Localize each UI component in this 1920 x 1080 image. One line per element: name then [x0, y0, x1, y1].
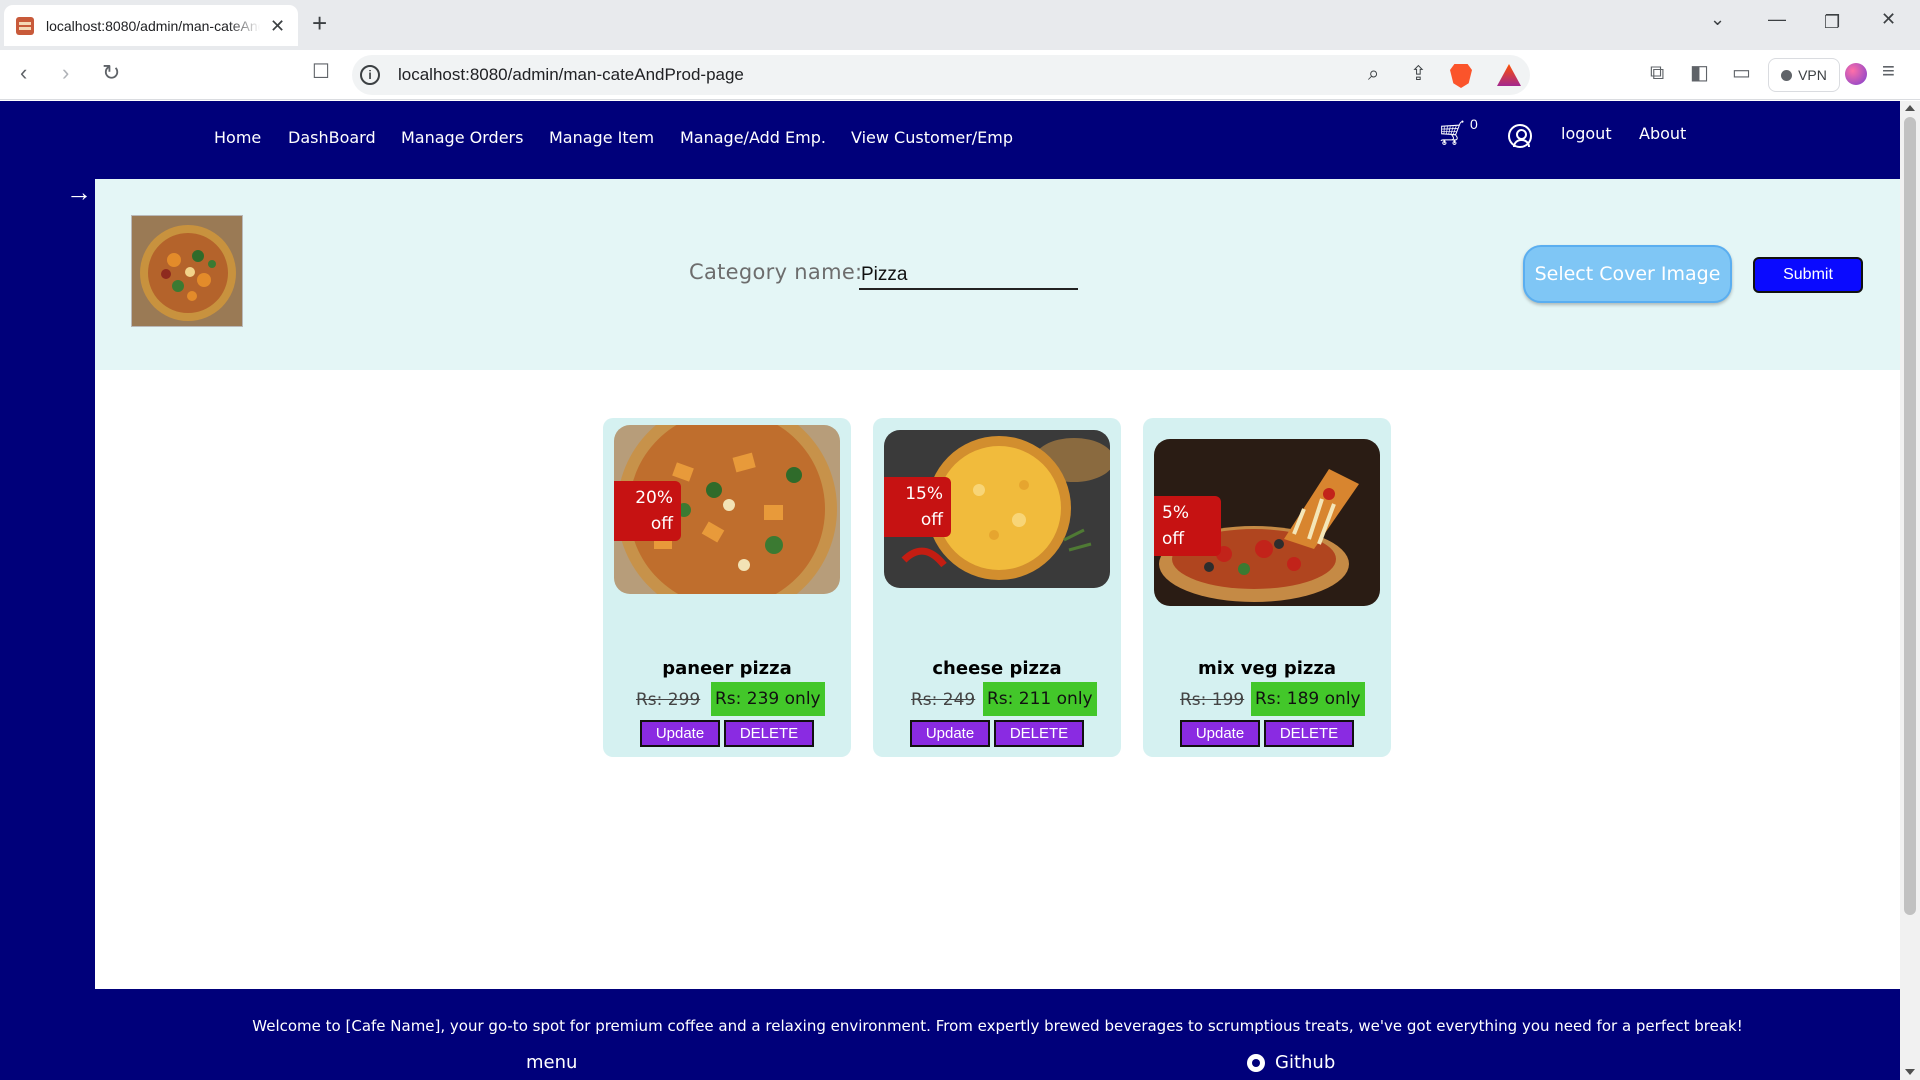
nav-home[interactable]: Home: [214, 128, 261, 147]
new-tab-icon[interactable]: +: [312, 10, 327, 36]
about-link[interactable]: About: [1639, 124, 1686, 143]
github-label: Github: [1275, 1052, 1336, 1073]
product-name: mix veg pizza: [1197, 658, 1337, 679]
category-name-label: Category name:: [689, 260, 863, 284]
update-button[interactable]: Update: [910, 720, 990, 747]
tab-search-icon[interactable]: ⌄: [1710, 10, 1725, 28]
delete-button[interactable]: DELETE: [724, 720, 814, 747]
discounted-price: Rs: 189 only: [1251, 682, 1365, 716]
discounted-price: Rs: 211 only: [983, 682, 1097, 716]
submit-button[interactable]: Submit: [1753, 257, 1863, 293]
vpn-status-icon: [1781, 69, 1793, 81]
vpn-button[interactable]: VPN: [1768, 58, 1840, 92]
scroll-up-icon[interactable]: [1905, 105, 1915, 111]
sidebar-icon[interactable]: ◧: [1690, 63, 1709, 83]
delete-button[interactable]: DELETE: [1264, 720, 1354, 747]
logout-link[interactable]: logout: [1561, 124, 1612, 143]
footer-welcome-text: Welcome to [Cafe Name], your go-to spot …: [252, 1017, 1743, 1035]
github-icon: [1247, 1053, 1265, 1072]
minimize-icon[interactable]: —: [1768, 10, 1786, 28]
wallet-icon[interactable]: ▭: [1732, 63, 1751, 83]
product-card: 5% off mix veg pizza Rs: 199 Rs: 189 onl…: [1143, 418, 1391, 757]
category-name-input[interactable]: [859, 262, 1078, 290]
browser-toolbar: ‹ › ↻ ☐ i localhost:8080/admin/man-cateA…: [0, 50, 1920, 100]
profile-icon[interactable]: [1845, 63, 1867, 85]
browser-tab[interactable]: localhost:8080/admin/man-cateAndProd-pag…: [4, 5, 298, 46]
delete-button[interactable]: DELETE: [994, 720, 1084, 747]
browser-tab-bar: localhost:8080/admin/man-cateAndProd-pag…: [0, 0, 1920, 50]
original-price: Rs: 299: [636, 690, 701, 710]
restore-icon[interactable]: ❐: [1824, 13, 1840, 31]
nav-manage-orders[interactable]: Manage Orders: [401, 128, 523, 147]
update-button[interactable]: Update: [1180, 720, 1260, 747]
select-cover-image-button[interactable]: Select Cover Image: [1523, 245, 1732, 303]
browser-menu-icon[interactable]: ≡: [1882, 60, 1895, 82]
scroll-down-icon[interactable]: [1905, 1069, 1915, 1075]
back-icon[interactable]: ‹: [20, 62, 27, 84]
extensions-icon[interactable]: ⧉: [1650, 63, 1664, 83]
forward-icon[interactable]: ›: [62, 62, 69, 84]
vpn-label: VPN: [1798, 67, 1827, 83]
nav-manage-item[interactable]: Manage Item: [549, 128, 654, 147]
footer-menu-link[interactable]: menu: [526, 1052, 577, 1073]
cart-count: 0: [1470, 116, 1478, 132]
main-content: Category name: Select Cover Image Submit: [95, 179, 1900, 989]
cart-icon[interactable]: 🛒︎: [1437, 122, 1467, 146]
bookmark-icon[interactable]: ☐: [312, 62, 330, 82]
discount-badge: 20% off: [614, 481, 681, 541]
user-profile-icon[interactable]: [1508, 124, 1532, 148]
pizza-thumbnail-image: [132, 216, 242, 326]
product-card: 15% off cheese pizza Rs: 249 Rs: 211 onl…: [873, 418, 1121, 757]
discount-badge: 5% off: [1154, 496, 1221, 556]
product-name: cheese pizza: [932, 658, 1062, 679]
site-navbar: Home DashBoard Manage Orders Manage Item…: [0, 101, 1900, 179]
product-card: 20% off paneer pizza Rs: 299 Rs: 239 onl…: [603, 418, 851, 757]
footer-github-link[interactable]: Github: [1247, 1052, 1335, 1073]
scroll-thumb[interactable]: [1904, 117, 1916, 915]
sidebar-toggle-arrow-icon[interactable]: →: [66, 179, 92, 205]
zoom-icon[interactable]: ⌕: [1368, 64, 1379, 84]
original-price: Rs: 199: [1180, 690, 1245, 710]
category-panel: Category name: Select Cover Image Submit: [95, 179, 1900, 370]
site-info-icon[interactable]: i: [360, 65, 380, 85]
site-favicon-icon: [16, 16, 34, 35]
nav-view-customer-emp[interactable]: View Customer/Emp: [851, 128, 1013, 147]
discount-badge: 15% off: [884, 477, 951, 537]
category-cover-image: [131, 215, 243, 327]
tab-title: localhost:8080/admin/man-cateAndProd-pag…: [46, 17, 260, 34]
url-text[interactable]: localhost:8080/admin/man-cateAndProd-pag…: [398, 65, 744, 85]
close-window-icon[interactable]: ✕: [1881, 10, 1896, 28]
page: Home DashBoard Manage Orders Manage Item…: [0, 101, 1900, 1080]
reload-icon[interactable]: ↻: [102, 62, 120, 84]
nav-manage-add-emp[interactable]: Manage/Add Emp.: [680, 128, 826, 147]
nav-dashboard[interactable]: DashBoard: [288, 128, 376, 147]
original-price: Rs: 249: [911, 690, 976, 710]
discounted-price: Rs: 239 only: [711, 682, 825, 716]
product-name: paneer pizza: [662, 658, 792, 679]
address-bar[interactable]: i localhost:8080/admin/man-cateAndProd-p…: [352, 55, 1530, 95]
close-tab-icon[interactable]: ✕: [270, 17, 285, 35]
page-scrollbar[interactable]: [1900, 101, 1920, 1080]
share-icon[interactable]: ⇪: [1410, 64, 1427, 84]
update-button[interactable]: Update: [640, 720, 720, 747]
